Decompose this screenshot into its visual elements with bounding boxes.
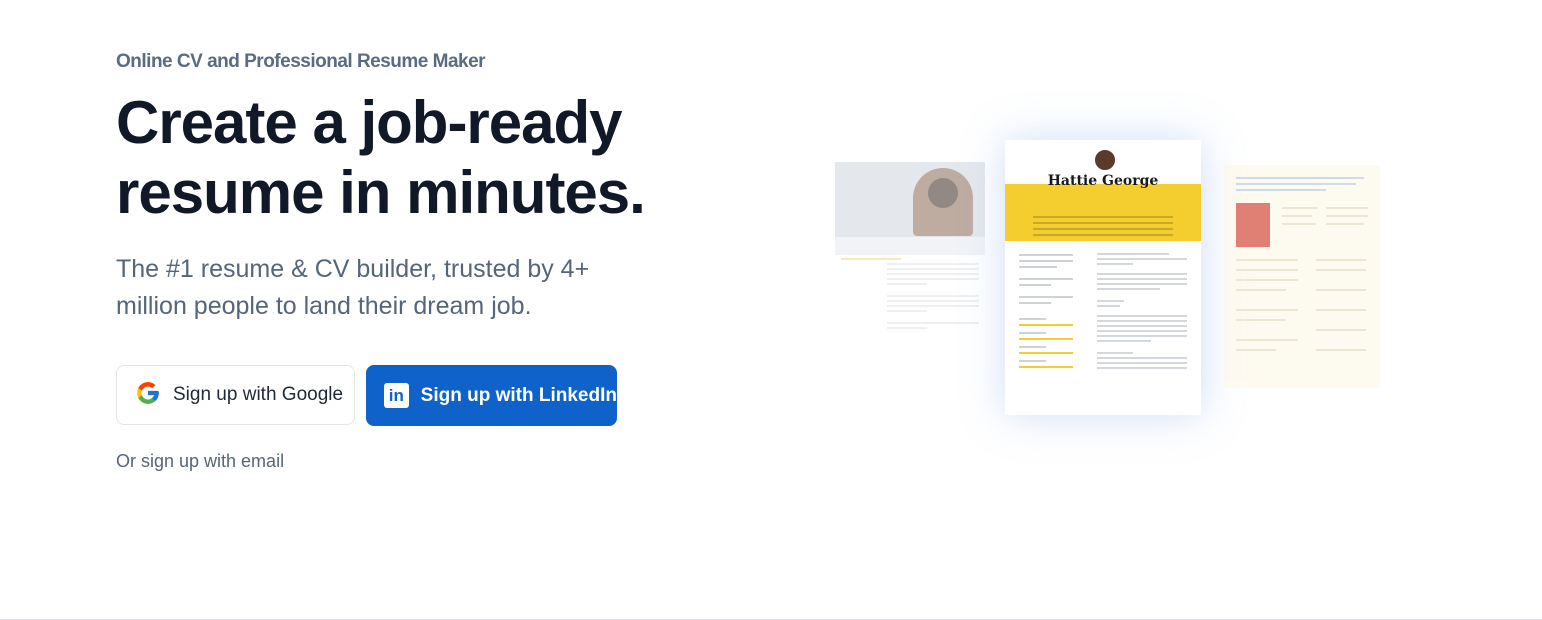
text-line	[887, 322, 979, 324]
text-line	[1019, 254, 1073, 256]
text-line	[1097, 315, 1187, 317]
text-line	[887, 300, 979, 302]
subheadline: The #1 resume & CV builder, trusted by 4…	[116, 255, 590, 320]
text-line	[1097, 320, 1187, 322]
skill-bar	[1019, 352, 1073, 354]
text-line	[887, 283, 927, 285]
text-line	[1019, 332, 1046, 334]
text-line	[1019, 260, 1073, 262]
text-line	[1097, 352, 1133, 354]
text-line	[887, 278, 979, 280]
text-line	[1236, 279, 1298, 281]
text-line	[1236, 259, 1298, 261]
text-line	[1097, 278, 1187, 280]
page-title: Create a job-ready resume in minutes.	[116, 88, 756, 228]
resume-right-column	[1097, 250, 1187, 372]
text-line	[1236, 349, 1276, 351]
text-line	[1236, 189, 1326, 191]
text-line	[1236, 269, 1298, 271]
text-line	[1019, 296, 1073, 298]
text-line	[887, 327, 927, 329]
resume-name: Hattie George	[1047, 173, 1159, 189]
text-line	[1316, 349, 1366, 351]
headline-line-2: resume in minutes.	[116, 159, 646, 226]
text-line	[887, 273, 979, 275]
portrait-image	[1236, 203, 1270, 247]
text-line	[1326, 223, 1364, 225]
text-line	[887, 268, 979, 270]
template-header	[835, 162, 985, 237]
text-line	[1097, 357, 1187, 359]
google-button-label: Sign up with Google	[173, 384, 344, 405]
text-line	[1097, 367, 1187, 369]
text-line	[1019, 346, 1046, 348]
resume-preview-gallery: Hattie George	[820, 130, 1400, 450]
headline-line-1: Create a job-ready	[116, 89, 623, 156]
sign-up-google-button[interactable]: Sign up with Google	[116, 365, 355, 425]
text-line	[1097, 335, 1187, 337]
linkedin-button-label: Sign up with LinkedIn	[420, 384, 617, 406]
text-line	[887, 305, 979, 307]
text-line	[1033, 228, 1173, 230]
resume-template-thumbnail-left	[835, 162, 985, 392]
text-line	[1097, 330, 1187, 332]
text-line	[1236, 177, 1364, 179]
text-line	[1097, 305, 1120, 307]
sign-up-linkedin-button[interactable]: in Sign up with LinkedIn	[366, 365, 617, 426]
text-line	[1097, 283, 1187, 285]
text-line	[1316, 309, 1366, 311]
template-contact-strip	[835, 237, 985, 255]
text-line	[1097, 325, 1187, 327]
linkedin-logo-icon: in	[384, 383, 409, 408]
text-line	[1097, 288, 1160, 290]
text-line	[1097, 273, 1187, 275]
sign-up-email-link[interactable]: Or sign up with email	[116, 451, 284, 472]
text-line	[1316, 329, 1366, 331]
text-line	[1282, 223, 1316, 225]
text-line	[887, 263, 979, 265]
summary-lines	[1033, 212, 1173, 240]
text-line	[1019, 360, 1046, 362]
text-line	[1097, 263, 1133, 265]
text-line	[1033, 234, 1173, 236]
avatar	[1093, 148, 1117, 172]
text-line	[1282, 215, 1312, 217]
text-line	[1033, 216, 1173, 218]
text-line	[1326, 215, 1368, 217]
skill-bar	[1019, 366, 1073, 368]
eyebrow-text: Online CV and Professional Resume Maker	[116, 51, 486, 72]
text-line	[1097, 362, 1187, 364]
text-line	[1019, 284, 1052, 286]
text-line	[1316, 259, 1366, 261]
text-line	[887, 295, 979, 297]
text-line	[1282, 207, 1318, 209]
portrait-image	[913, 168, 973, 236]
text-line	[1236, 183, 1356, 185]
section-heading-bar	[841, 258, 901, 260]
resume-template-thumbnail-main: Hattie George	[1005, 140, 1201, 415]
text-line	[1316, 269, 1366, 271]
skill-bar	[1019, 324, 1073, 326]
text-line	[1097, 340, 1151, 342]
text-line	[1097, 300, 1124, 302]
text-line	[1019, 302, 1052, 304]
google-logo-icon	[135, 380, 161, 411]
text-line	[1236, 289, 1286, 291]
text-line	[1316, 289, 1366, 291]
text-line	[1097, 253, 1169, 255]
text-line	[1236, 309, 1298, 311]
text-line	[1326, 207, 1368, 209]
skill-bar	[1019, 338, 1073, 340]
text-line	[1033, 222, 1173, 224]
resume-template-thumbnail-right	[1224, 165, 1380, 388]
resume-left-column	[1019, 250, 1073, 372]
text-line	[887, 310, 927, 312]
text-line	[1019, 318, 1046, 320]
text-line	[1019, 266, 1057, 268]
text-line	[1236, 319, 1286, 321]
text-line	[1019, 278, 1073, 280]
text-line	[1236, 339, 1298, 341]
text-line	[1097, 258, 1187, 260]
